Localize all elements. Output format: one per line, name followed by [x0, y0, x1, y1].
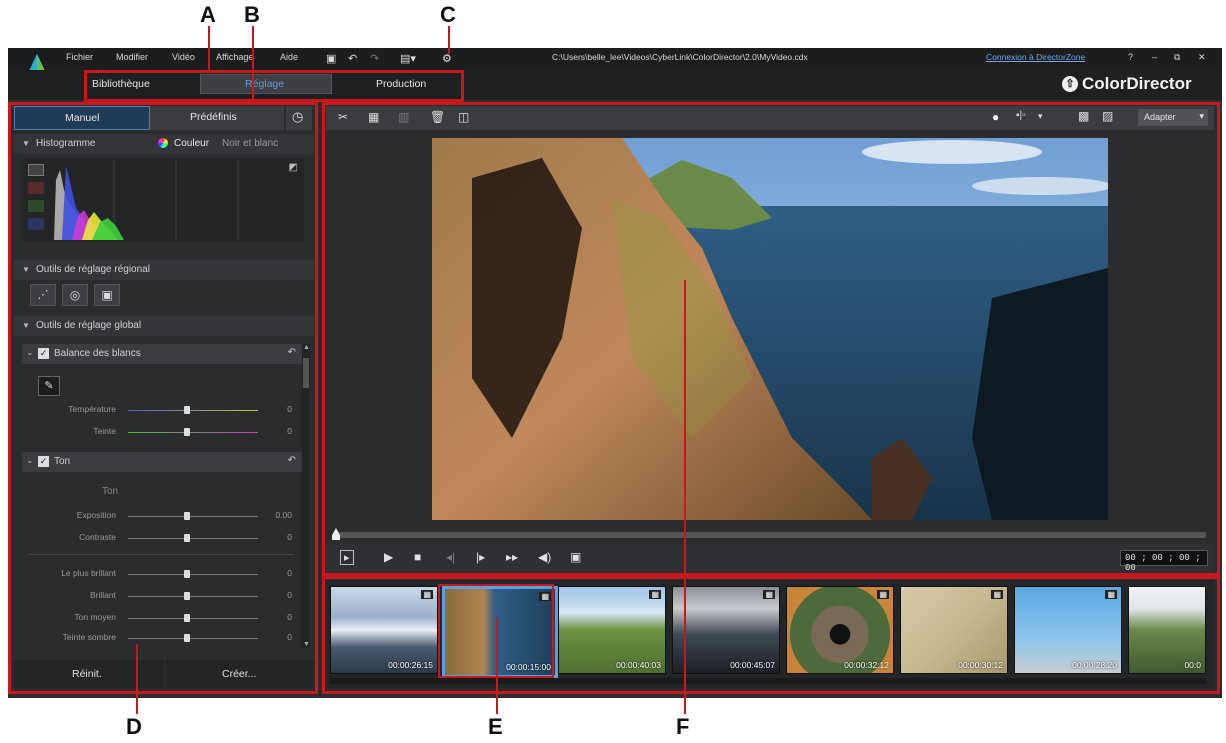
callout-f: F — [676, 714, 690, 739]
callout-e: E — [488, 714, 503, 739]
directorzone-link[interactable]: Connexion à DirectorZone — [986, 52, 1085, 62]
menu-help[interactable]: Aide — [280, 52, 298, 62]
menu-edit[interactable]: Modifier — [116, 52, 148, 62]
title-bar: Fichier Modifier Vidéo Affichage Aide ▣ … — [8, 48, 1222, 86]
callout-box-d — [8, 102, 318, 694]
restore-button[interactable]: ⧉ — [1174, 52, 1180, 63]
menu-video[interactable]: Vidéo — [172, 52, 195, 62]
settings-icon[interactable]: ⚙ — [442, 52, 452, 65]
callout-box-f — [322, 102, 1220, 576]
menu-file[interactable]: Fichier — [66, 52, 93, 62]
callout-line-c — [448, 26, 450, 54]
callout-a: A — [200, 2, 216, 27]
callout-line-e — [496, 618, 498, 714]
callout-line-f — [684, 280, 686, 714]
callout-b: B — [244, 2, 260, 27]
callout-line-a — [208, 26, 210, 72]
redo-icon[interactable]: ↷ — [370, 52, 379, 65]
save-icon[interactable]: ▣ — [326, 52, 336, 65]
brand-icon: ⇧ — [1062, 76, 1078, 92]
undo-icon[interactable]: ↶ — [348, 52, 357, 65]
callout-line-d — [136, 644, 138, 714]
brand-name: ColorDirector — [1082, 74, 1192, 93]
callout-line-b — [252, 26, 254, 104]
callout-d: D — [126, 714, 142, 739]
callout-c: C — [440, 2, 456, 27]
help-button[interactable]: ? — [1128, 52, 1133, 62]
minimize-button[interactable]: – — [1152, 52, 1157, 62]
file-path: C:\Users\belle_lee\Videos\CyberLink\Colo… — [552, 52, 808, 62]
callout-box-a — [84, 70, 464, 102]
layout-icon[interactable]: ▤▾ — [400, 52, 416, 65]
menu-view[interactable]: Affichage — [216, 52, 253, 62]
close-button[interactable]: ✕ — [1198, 52, 1206, 63]
